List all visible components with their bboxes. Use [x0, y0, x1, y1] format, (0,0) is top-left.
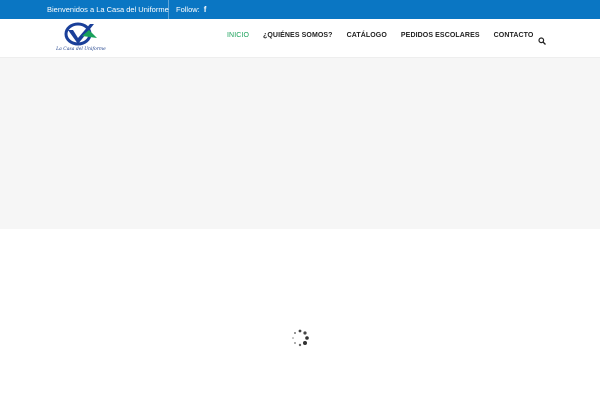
- spinner-icon: [290, 328, 310, 348]
- facebook-icon[interactable]: f: [204, 5, 207, 14]
- nav-item-catalogo[interactable]: CATÁLOGO: [347, 32, 387, 39]
- welcome-text: Bienvenidos a La Casa del Uniforme: [47, 5, 169, 14]
- nav-item-pedidos-escolares[interactable]: PEDIDOS ESCOLARES: [401, 32, 480, 39]
- logo-mark-icon: [64, 22, 97, 46]
- logo-text: La Casa del Uniforme: [56, 47, 106, 52]
- follow-group: Follow: f: [176, 5, 206, 14]
- hero-banner: [0, 58, 600, 229]
- search-icon[interactable]: [538, 32, 546, 45]
- nav-item-inicio[interactable]: INICIO: [227, 32, 249, 39]
- follow-label: Follow:: [176, 5, 200, 14]
- nav-item-quienes-somos[interactable]: ¿QUIÉNES SOMOS?: [263, 32, 333, 39]
- nav-item-contacto[interactable]: CONTACTO: [494, 32, 534, 39]
- logo[interactable]: La Casa del Uniforme: [53, 19, 109, 57]
- top-bar-divider: [168, 0, 169, 19]
- site-header: La Casa del Uniforme INICIO ¿QUIÉNES SOM…: [0, 19, 600, 58]
- main-nav: INICIO ¿QUIÉNES SOMOS? CATÁLOGO PEDIDOS …: [227, 32, 547, 39]
- top-bar: Bienvenidos a La Casa del Uniforme Follo…: [0, 0, 600, 19]
